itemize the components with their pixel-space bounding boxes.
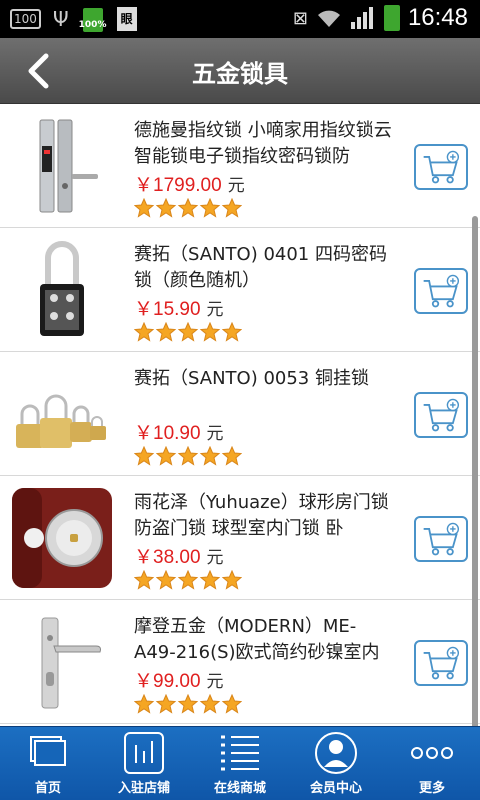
star-icon bbox=[222, 694, 242, 714]
page-title: 五金锁具 bbox=[192, 60, 288, 88]
star-icon bbox=[222, 322, 242, 342]
star-icon bbox=[156, 694, 176, 714]
signal-icon bbox=[350, 7, 373, 29]
product-name[interactable]: 摩登五金（MODERN）ME-A49-216(S)欧式简约砂镍室内 bbox=[134, 614, 394, 666]
member-icon bbox=[315, 732, 357, 774]
star-icon bbox=[178, 446, 198, 466]
add-to-cart-button[interactable] bbox=[414, 268, 468, 314]
rating-stars bbox=[134, 322, 242, 342]
tab-more[interactable]: 更多 bbox=[384, 727, 480, 800]
star-icon bbox=[134, 322, 154, 342]
tab-mall[interactable]: 在线商城 bbox=[192, 727, 288, 800]
list-item[interactable]: 摩登五金（MODERN）ME-A49-216(S)欧式简约砂镍室内 ￥99.00… bbox=[0, 600, 480, 724]
product-image bbox=[12, 364, 112, 464]
product-name[interactable]: 德施曼指纹锁 小嘀家用指纹锁云智能锁电子锁指纹密码锁防 bbox=[134, 118, 394, 170]
product-price: ￥38.00 元 bbox=[134, 547, 224, 568]
product-price: ￥1799.00 元 bbox=[134, 175, 245, 196]
list-item[interactable]: 雨花泽（Yuhuaze）球形房门锁 防盗门锁 球型室内门锁 卧 ￥38.00 元 bbox=[0, 476, 480, 600]
star-icon bbox=[134, 446, 154, 466]
list-item[interactable]: 赛拓（SANTO) 0053 铜挂锁 ￥10.90 元 bbox=[0, 352, 480, 476]
usb-icon: Ψ bbox=[52, 7, 69, 31]
product-image bbox=[12, 240, 112, 340]
add-to-cart-button[interactable] bbox=[414, 516, 468, 562]
store-icon bbox=[124, 732, 164, 774]
star-icon bbox=[222, 570, 242, 590]
product-price: ￥99.00 元 bbox=[134, 671, 224, 692]
star-icon bbox=[156, 446, 176, 466]
wifi-icon bbox=[317, 10, 340, 27]
battery-icon bbox=[383, 5, 400, 31]
star-icon bbox=[178, 198, 198, 218]
rating-stars bbox=[134, 694, 242, 714]
tab-label: 入驻店铺 bbox=[117, 781, 170, 796]
product-name[interactable]: 赛拓（SANTO) 0053 铜挂锁 bbox=[134, 366, 394, 418]
product-name[interactable]: 赛拓（SANTO) 0401 四码密码锁（颜色随机） bbox=[134, 242, 394, 294]
product-image bbox=[12, 488, 112, 588]
document-icon: 眼 bbox=[116, 7, 137, 31]
product-price: ￥10.90 元 bbox=[134, 423, 224, 444]
tab-label: 首页 bbox=[34, 781, 61, 796]
add-to-cart-button[interactable] bbox=[414, 640, 468, 686]
status-bar: 100 Ψ 100% 眼 ⊠ 16:48 bbox=[0, 0, 480, 38]
battery-notification-icon: 100% bbox=[79, 6, 106, 32]
bottom-tab-bar: 首页 入驻店铺 在线商城 会员中心 更多 bbox=[0, 726, 480, 800]
add-to-cart-button[interactable] bbox=[414, 144, 468, 190]
rating-stars bbox=[134, 446, 242, 466]
star-icon bbox=[222, 446, 242, 466]
star-icon bbox=[178, 694, 198, 714]
star-icon bbox=[178, 322, 198, 342]
star-icon bbox=[178, 570, 198, 590]
add-to-cart-button[interactable] bbox=[414, 392, 468, 438]
title-bar: 五金锁具 bbox=[0, 38, 480, 104]
star-icon bbox=[156, 198, 176, 218]
rating-stars bbox=[134, 570, 242, 590]
home-icon bbox=[30, 736, 66, 766]
tab-label: 会员中心 bbox=[309, 781, 362, 796]
star-icon bbox=[156, 570, 176, 590]
product-name[interactable]: 雨花泽（Yuhuaze）球形房门锁 防盗门锁 球型室内门锁 卧 bbox=[134, 490, 394, 542]
star-icon bbox=[134, 570, 154, 590]
star-icon bbox=[200, 198, 220, 218]
star-icon bbox=[200, 570, 220, 590]
more-icon bbox=[411, 747, 453, 759]
list-icon bbox=[221, 735, 259, 771]
clock: 16:48 bbox=[407, 4, 468, 31]
list-item[interactable]: 赛拓（SANTO) 0401 四码密码锁（颜色随机） ￥15.90 元 bbox=[0, 228, 480, 352]
mute-icon: ⊠ bbox=[292, 7, 308, 29]
list-item[interactable]: 德施曼指纹锁 小嘀家用指纹锁云智能锁电子锁指纹密码锁防 ￥1799.00 元 bbox=[0, 104, 480, 228]
notification-badge: 100 bbox=[10, 9, 41, 29]
product-image bbox=[12, 116, 112, 216]
tab-label: 在线商城 bbox=[213, 781, 266, 796]
star-icon bbox=[156, 322, 176, 342]
star-icon bbox=[222, 198, 242, 218]
product-image bbox=[12, 612, 112, 712]
star-icon bbox=[134, 694, 154, 714]
star-icon bbox=[200, 322, 220, 342]
star-icon bbox=[134, 198, 154, 218]
rating-stars bbox=[134, 198, 242, 218]
tab-stores[interactable]: 入驻店铺 bbox=[96, 727, 192, 800]
star-icon bbox=[200, 694, 220, 714]
product-list[interactable]: 德施曼指纹锁 小嘀家用指纹锁云智能锁电子锁指纹密码锁防 ￥1799.00 元 赛拓 bbox=[0, 104, 480, 726]
scrollbar[interactable] bbox=[472, 216, 478, 726]
tab-label: 更多 bbox=[418, 781, 445, 796]
product-price: ￥15.90 元 bbox=[134, 299, 224, 320]
tab-home[interactable]: 首页 bbox=[0, 727, 96, 800]
tab-member[interactable]: 会员中心 bbox=[288, 727, 384, 800]
star-icon bbox=[200, 446, 220, 466]
